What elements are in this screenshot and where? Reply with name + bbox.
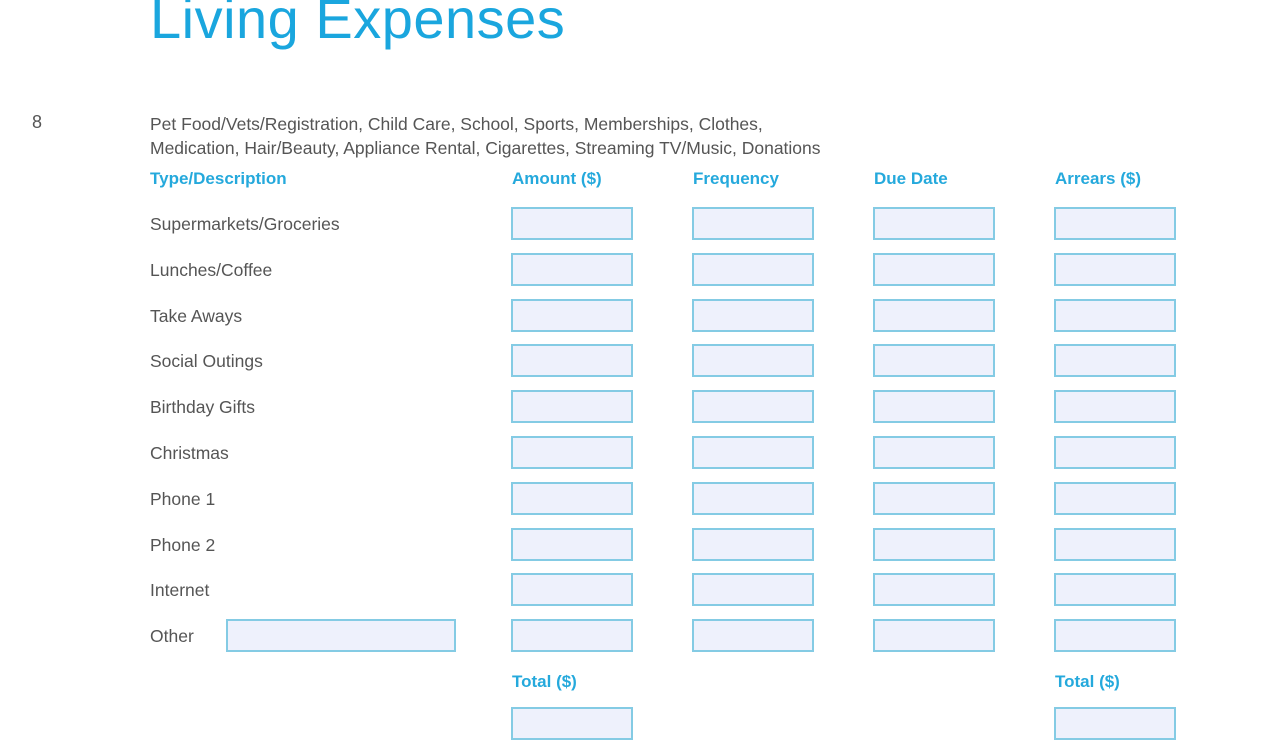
total-arrears-label: Total ($) <box>1055 672 1120 691</box>
amount-field[interactable] <box>511 207 633 240</box>
frequency-field[interactable] <box>692 436 814 469</box>
section-number: 8 <box>32 112 43 132</box>
amount-field[interactable] <box>511 619 633 653</box>
amount-field[interactable] <box>511 298 633 332</box>
header-due-date: Due Date <box>874 169 948 188</box>
arrears-field[interactable] <box>1054 252 1176 286</box>
header-arrears: Arrears ($) <box>1055 169 1141 188</box>
due-date-field[interactable] <box>873 344 995 378</box>
due-date-field[interactable] <box>873 207 995 240</box>
frequency-field[interactable] <box>692 527 814 561</box>
arrears-field[interactable] <box>1054 481 1176 515</box>
row-label: Birthday Gifts <box>150 397 256 418</box>
row-label: Internet <box>150 580 210 601</box>
frequency-field[interactable] <box>692 252 814 286</box>
arrears-field[interactable] <box>1054 573 1176 607</box>
total-arrears-field[interactable] <box>1054 707 1176 740</box>
arrears-field[interactable] <box>1054 344 1176 378</box>
total-amount-field[interactable] <box>511 707 633 740</box>
arrears-field[interactable] <box>1054 298 1176 332</box>
total-amount-label: Total ($) <box>512 672 577 691</box>
due-date-field[interactable] <box>873 436 995 469</box>
header-type-description: Type/Description <box>150 169 287 188</box>
arrears-field[interactable] <box>1054 390 1176 424</box>
amount-field[interactable] <box>511 573 633 607</box>
due-date-field[interactable] <box>873 298 995 332</box>
row-label: Phone 1 <box>150 488 216 509</box>
due-date-field[interactable] <box>873 481 995 515</box>
frequency-field[interactable] <box>692 298 814 332</box>
row-label: Other <box>150 626 194 647</box>
arrears-field[interactable] <box>1054 619 1176 653</box>
due-date-field[interactable] <box>873 527 995 561</box>
row-label: Supermarkets/Groceries <box>150 214 340 234</box>
frequency-field[interactable] <box>692 481 814 515</box>
row-label: Lunches/Coffee <box>150 259 273 280</box>
frequency-field[interactable] <box>692 344 814 378</box>
row-label: Take Aways <box>150 305 243 326</box>
header-amount: Amount ($) <box>512 169 602 188</box>
arrears-field[interactable] <box>1054 527 1176 561</box>
section-description: Pet Food/Vets/Registration, Child Care, … <box>150 112 950 160</box>
header-frequency: Frequency <box>693 169 779 188</box>
frequency-field[interactable] <box>692 573 814 607</box>
frequency-field[interactable] <box>692 207 814 240</box>
amount-field[interactable] <box>511 344 633 378</box>
description-line-2: Medication, Hair/Beauty, Appliance Renta… <box>150 138 821 158</box>
other-description-field[interactable] <box>226 619 456 653</box>
arrears-field[interactable] <box>1054 207 1176 240</box>
due-date-field[interactable] <box>873 390 995 424</box>
due-date-field[interactable] <box>873 573 995 607</box>
due-date-field[interactable] <box>873 619 995 653</box>
amount-field[interactable] <box>511 527 633 561</box>
amount-field[interactable] <box>511 390 633 424</box>
amount-field[interactable] <box>511 436 633 469</box>
frequency-field[interactable] <box>692 390 814 424</box>
page-title: Living Expenses <box>150 0 566 50</box>
row-label: Phone 2 <box>150 534 216 555</box>
description-line-1: Pet Food/Vets/Registration, Child Care, … <box>150 114 763 134</box>
amount-field[interactable] <box>511 252 633 286</box>
row-label: Social Outings <box>150 351 263 372</box>
amount-field[interactable] <box>511 481 633 515</box>
due-date-field[interactable] <box>873 252 995 286</box>
frequency-field[interactable] <box>692 619 814 653</box>
row-label: Christmas <box>150 443 229 463</box>
arrears-field[interactable] <box>1054 436 1176 469</box>
